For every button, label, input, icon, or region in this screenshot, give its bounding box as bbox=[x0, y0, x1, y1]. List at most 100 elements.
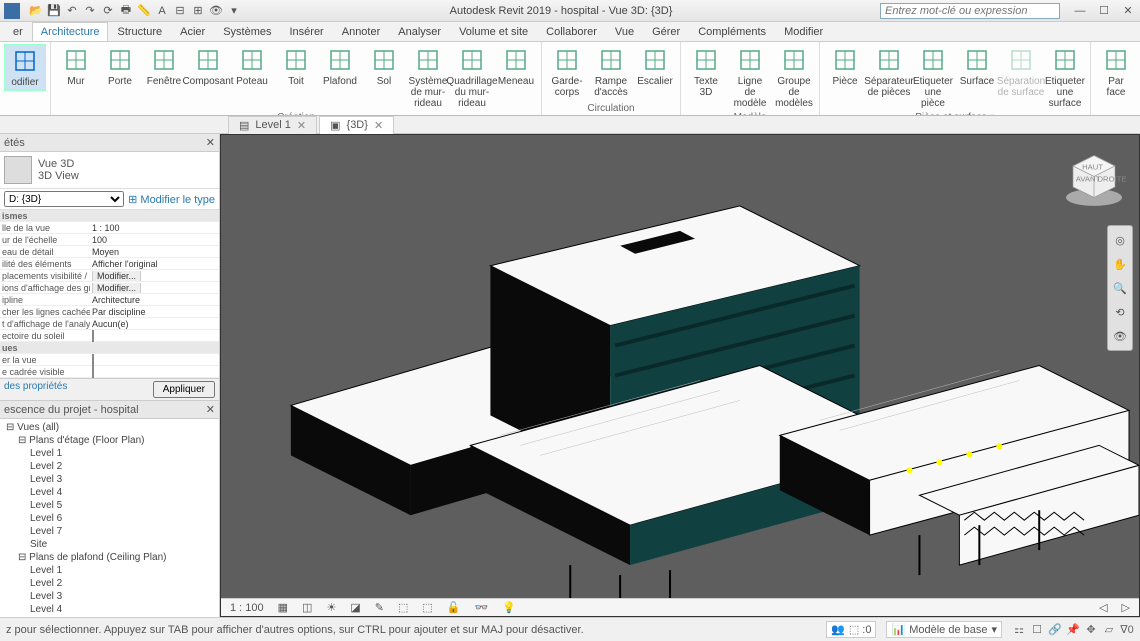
ribbon-btn-toit[interactable]: Toit bbox=[275, 44, 317, 89]
prop-edit-button[interactable]: Modifier... bbox=[92, 271, 141, 281]
rendering-icon[interactable]: ✎ bbox=[372, 601, 387, 614]
nav-pan-icon[interactable]: ✋ bbox=[1110, 254, 1130, 274]
ribbon-btn-quadrillage-du-mur-rideau[interactable]: Quadrillage du mur-rideau bbox=[451, 44, 493, 111]
ribbon-btn-rampe-d-acc-s[interactable]: Rampe d'accès bbox=[590, 44, 632, 100]
prop-row[interactable]: cher les lignes cachéesPar discipline bbox=[0, 306, 219, 318]
prop-value[interactable]: Modifier... bbox=[90, 283, 219, 293]
tree-node[interactable]: Level 1 bbox=[2, 447, 217, 460]
sb-drag-icon[interactable]: ✥ bbox=[1084, 623, 1098, 637]
tree-node[interactable]: Level 4 bbox=[2, 603, 217, 616]
tree-node[interactable]: ⊟ Plans d'étage (Floor Plan) bbox=[2, 434, 217, 447]
ribbon-tab-modifier[interactable]: Modifier bbox=[775, 22, 832, 41]
qat-dim-icon[interactable]: ⊟ bbox=[172, 3, 188, 19]
ribbon-tab-acier[interactable]: Acier bbox=[171, 22, 214, 41]
tree-node[interactable]: Level 4 bbox=[2, 486, 217, 499]
minimize-button[interactable]: — bbox=[1068, 2, 1092, 20]
ribbon-tab-systèmes[interactable]: Systèmes bbox=[214, 22, 280, 41]
scroll-right-icon[interactable]: ▷ bbox=[1119, 601, 1133, 614]
prop-value[interactable] bbox=[90, 330, 219, 342]
ribbon-btn-escalier[interactable]: Escalier bbox=[634, 44, 676, 89]
apply-button[interactable]: Appliquer bbox=[153, 381, 215, 398]
prop-row[interactable]: ur de l'échelle100 bbox=[0, 234, 219, 246]
sb-face-icon[interactable]: ▱ bbox=[1102, 623, 1116, 637]
ribbon-tab-structure[interactable]: Structure bbox=[108, 22, 171, 41]
detail-level-icon[interactable]: ▦ bbox=[275, 601, 291, 614]
doc-tab--3d-[interactable]: ▣{3D}✕ bbox=[319, 116, 394, 134]
ribbon-btn-s-parateur-de-pi-ces[interactable]: Séparateur de pièces bbox=[868, 44, 910, 100]
tree-node[interactable]: Level 2 bbox=[2, 577, 217, 590]
prop-row[interactable]: ectoire du soleil bbox=[0, 330, 219, 342]
ribbon-btn-par-face[interactable]: Par face bbox=[1095, 44, 1137, 100]
search-input[interactable] bbox=[880, 3, 1060, 19]
tree-node[interactable]: Level 3 bbox=[2, 590, 217, 603]
ribbon-btn-composant[interactable]: Composant bbox=[187, 44, 229, 89]
prop-row[interactable]: ions d'affichage des graphi...Modifier..… bbox=[0, 282, 219, 294]
prop-value[interactable]: Architecture bbox=[90, 295, 219, 305]
properties-close-icon[interactable]: ✕ bbox=[206, 136, 215, 149]
tree-node[interactable]: Site bbox=[2, 538, 217, 551]
prop-row[interactable]: ilité des élémentsAfficher l'original bbox=[0, 258, 219, 270]
prop-row[interactable]: er la vue bbox=[0, 354, 219, 366]
nav-look-icon[interactable]: 👁 bbox=[1110, 326, 1130, 346]
prop-checkbox[interactable] bbox=[92, 330, 94, 342]
ribbon-btn-garde-corps[interactable]: Garde-corps bbox=[546, 44, 588, 100]
prop-value[interactable] bbox=[90, 366, 219, 378]
qat-print-icon[interactable]: 🖶 bbox=[118, 3, 134, 19]
ribbon-btn-s-paration-de-surface[interactable]: Séparation de surface bbox=[1000, 44, 1042, 100]
ribbon-btn-pi-ce[interactable]: Pièce bbox=[824, 44, 866, 89]
scroll-left-icon[interactable]: ◁ bbox=[1096, 601, 1110, 614]
app-icon[interactable] bbox=[4, 3, 20, 19]
tree-node[interactable]: Level 6 bbox=[2, 512, 217, 525]
sb-pin-icon[interactable]: 📌 bbox=[1066, 623, 1080, 637]
close-button[interactable]: ✕ bbox=[1116, 2, 1140, 20]
reveal-icon[interactable]: 💡 bbox=[499, 601, 519, 614]
tree-node[interactable]: Level 2 bbox=[2, 460, 217, 473]
prop-row[interactable]: eau de détailMoyen bbox=[0, 246, 219, 258]
sun-path-icon[interactable]: ☀ bbox=[323, 601, 339, 614]
prop-value[interactable]: Modifier... bbox=[90, 271, 219, 281]
prop-value[interactable]: Moyen bbox=[90, 247, 219, 257]
properties-help-link[interactable]: des propriétés bbox=[4, 381, 67, 398]
prop-value[interactable]: Aucun(e) bbox=[90, 319, 219, 329]
nav-zoom-icon[interactable]: 🔍 bbox=[1110, 278, 1130, 298]
ribbon-tab-analyser[interactable]: Analyser bbox=[389, 22, 450, 41]
worksets-combo[interactable]: 📊Modèle de base▾ bbox=[886, 621, 1002, 638]
ribbon-tab-volume-et-site[interactable]: Volume et site bbox=[450, 22, 537, 41]
qat-save-icon[interactable]: 💾 bbox=[46, 3, 62, 19]
sb-count-icon[interactable]: ∇0 bbox=[1120, 623, 1134, 637]
crop-region-icon[interactable]: ⬚ bbox=[419, 601, 435, 614]
tree-node[interactable]: ⊟ Vues (all) bbox=[2, 421, 217, 434]
view-cube[interactable]: HAUT DROITE AVANT bbox=[1059, 145, 1129, 215]
ribbon-tab-vue[interactable]: Vue bbox=[606, 22, 643, 41]
ribbon-btn-meneau[interactable]: Meneau bbox=[495, 44, 537, 89]
prop-row[interactable]: t d'affichage de l'analyse p...Aucun(e) bbox=[0, 318, 219, 330]
sb-filter-icon[interactable]: ⚏ bbox=[1012, 623, 1026, 637]
ribbon-tab-insérer[interactable]: Insérer bbox=[280, 22, 332, 41]
crop-view-icon[interactable]: ⬚ bbox=[395, 601, 411, 614]
ribbon-btn-etiqueter-une-surface[interactable]: Etiqueter une surface bbox=[1044, 44, 1086, 111]
prop-row[interactable]: iplineArchitecture bbox=[0, 294, 219, 306]
tree-node[interactable]: Level 1 bbox=[2, 564, 217, 577]
ribbon-tab-collaborer[interactable]: Collaborer bbox=[537, 22, 606, 41]
viewport-3d[interactable]: HAUT DROITE AVANT ◎ ✋ 🔍 ⟲ 👁 1 : 100 ▦ ◫ … bbox=[220, 134, 1140, 617]
qat-dropdown-icon[interactable]: ▾ bbox=[226, 3, 242, 19]
qat-text-icon[interactable]: A bbox=[154, 3, 170, 19]
ribbon-btn-texte-d[interactable]: Texte 3D bbox=[685, 44, 727, 100]
prop-value[interactable]: Par discipline bbox=[90, 307, 219, 317]
ribbon-tab-architecture[interactable]: Architecture bbox=[32, 22, 109, 41]
shadows-icon[interactable]: ◪ bbox=[347, 601, 363, 614]
properties-type-selector[interactable]: Vue 3D 3D View bbox=[0, 152, 219, 189]
nav-wheel-icon[interactable]: ◎ bbox=[1110, 230, 1130, 250]
tree-node[interactable]: Level 3 bbox=[2, 473, 217, 486]
prop-row[interactable]: lle de la vue1 : 100 bbox=[0, 222, 219, 234]
tree-node[interactable]: ⊟ Plans de plafond (Ceiling Plan) bbox=[2, 551, 217, 564]
temp-hide-icon[interactable]: 👓 bbox=[471, 601, 491, 614]
doc-tab-level-1[interactable]: ▤Level 1✕ bbox=[228, 116, 317, 134]
doc-tab-close-icon[interactable]: ✕ bbox=[297, 119, 306, 132]
prop-checkbox[interactable] bbox=[92, 354, 94, 366]
edit-type-button[interactable]: ⊞ Modifier le type bbox=[128, 193, 215, 206]
ribbon-btn-porte[interactable]: Porte bbox=[99, 44, 141, 89]
ribbon-tab-er[interactable]: er bbox=[4, 22, 32, 41]
ribbon-btn-sol[interactable]: Sol bbox=[363, 44, 405, 89]
ribbon-btn-etiqueter-une-pi-ce[interactable]: Etiqueter une pièce bbox=[912, 44, 954, 111]
